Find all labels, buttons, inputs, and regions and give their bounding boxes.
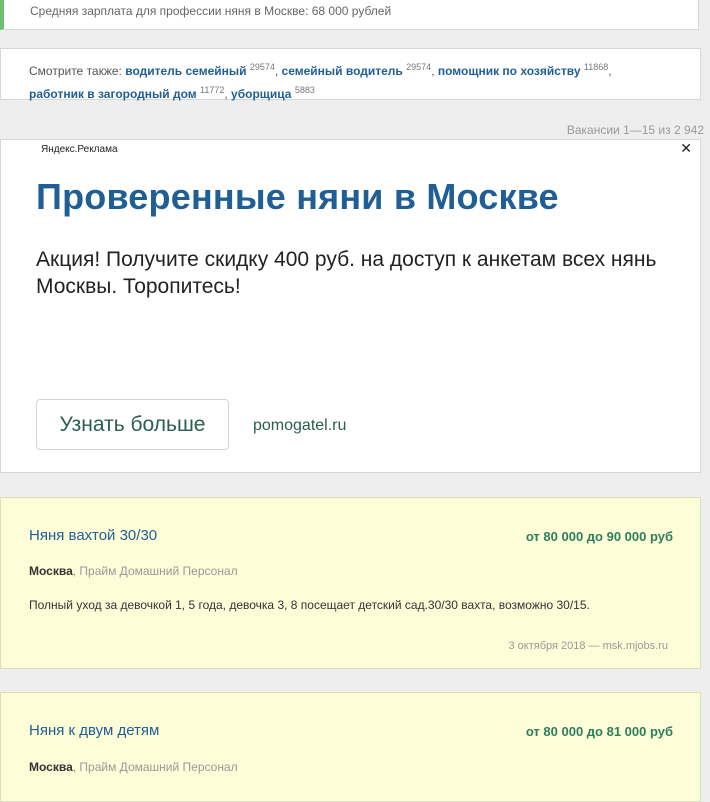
see-also-link-country-house-worker[interactable]: работник в загородный дом (29, 87, 197, 101)
see-also-link-cleaner[interactable]: уборщица (231, 87, 291, 101)
job-company: , Прайм Домашний Персонал (72, 564, 238, 578)
see-also-prefix: Смотрите также: (29, 64, 122, 78)
close-icon[interactable]: ✕ (680, 140, 692, 157)
job-salary: от 80 000 до 81 000 руб (525, 724, 673, 739)
job-card: Няня вахтой 30/30 от 80 000 до 90 000 ру… (0, 497, 701, 669)
see-also-box: Смотрите также: водитель семейный 29574,… (0, 48, 701, 101)
ad-source-label: Яндекс.Реклама (41, 144, 118, 155)
job-meta: 3 октября 2018 — msk.mjobs.ru (508, 640, 668, 652)
job-company: , Прайм Домашний Персонал (72, 760, 238, 774)
job-title-link[interactable]: Няня вахтой 30/30 (29, 527, 157, 544)
job-salary: от 80 000 до 90 000 руб (525, 529, 673, 544)
see-also-count: 29574 (249, 62, 275, 72)
job-description: Полный уход за девочкой 1, 5 года, девоч… (29, 598, 590, 612)
see-also-count: 5883 (294, 85, 315, 95)
see-also-count: 11772 (200, 85, 225, 95)
see-also-count: 29574 (406, 62, 432, 72)
see-also-link-housekeeper[interactable]: помощник по хозяйству (438, 64, 581, 78)
see-also-count: 11868 (583, 62, 609, 72)
ad-domain-link[interactable]: pomogatel.ru (253, 417, 346, 435)
see-also-link-driver-family[interactable]: водитель семейный (125, 64, 246, 78)
ad-description: Акция! Получите скидку 400 руб. на досту… (36, 248, 657, 298)
job-location-company: Москва, Прайм Домашний Персонал (29, 564, 238, 578)
job-title-link[interactable]: Няня к двум детям (29, 722, 159, 739)
job-city: Москва (29, 760, 73, 774)
average-salary-text: Средняя зарплата для профессии няня в Мо… (30, 4, 392, 18)
ad-learn-more-button[interactable]: Узнать больше (36, 399, 229, 450)
job-location-company: Москва, Прайм Домашний Персонал (29, 760, 238, 774)
see-also-link-family-driver[interactable]: семейный водитель (282, 64, 403, 78)
yandex-ad-block[interactable]: Яндекс.Реклама ✕ Проверенные няни в Моск… (0, 139, 701, 473)
job-card: Няня к двум детям от 80 000 до 81 000 ру… (0, 692, 701, 802)
job-city: Москва (29, 564, 73, 578)
ad-title[interactable]: Проверенные няни в Москве (36, 176, 559, 218)
vacancy-count: Вакансии 1—15 из 2 942 (566, 123, 704, 137)
salary-info-box: Средняя зарплата для профессии няня в Мо… (0, 0, 699, 30)
